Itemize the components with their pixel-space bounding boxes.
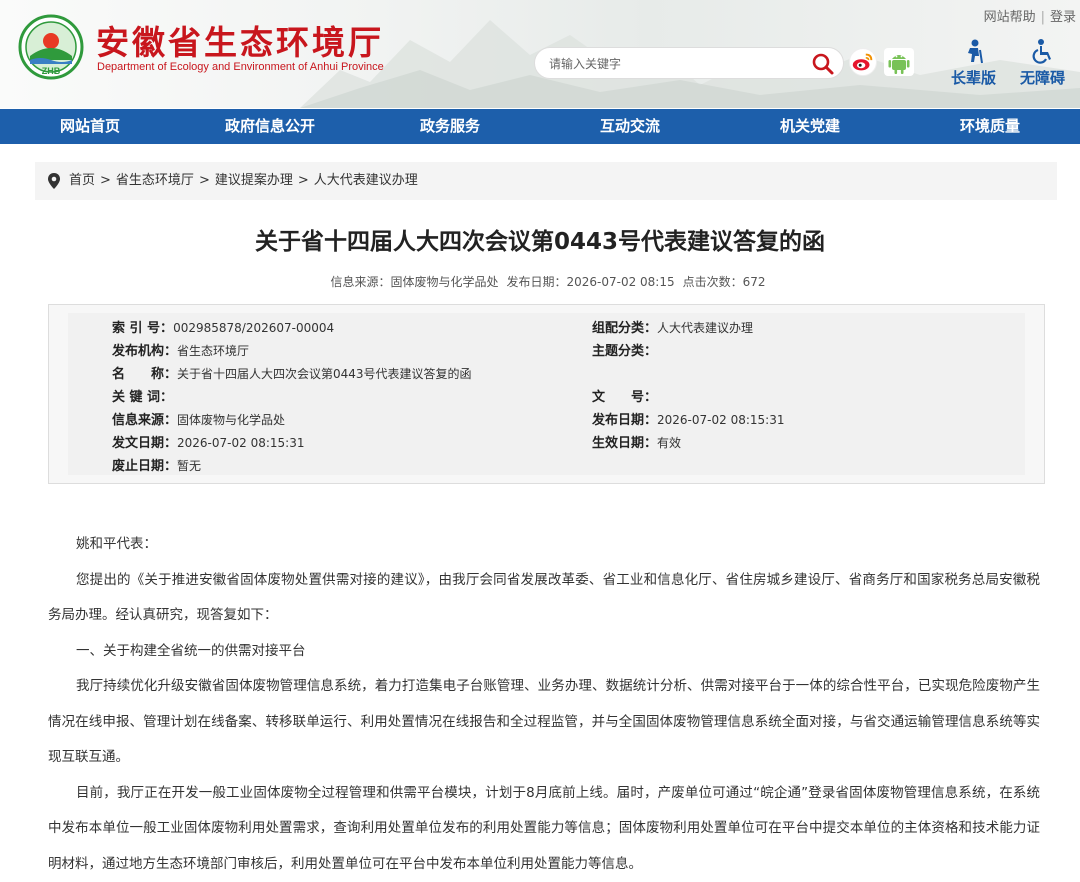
zhb-logo: ZHB (18, 14, 84, 80)
main-nav: 网站首页 政府信息公开 政务服务 互动交流 机关党建 环境质量 (0, 109, 1080, 144)
meta-source: 信息来源：固体废物与化学品处 (330, 275, 498, 289)
meta-date: 发布日期：2026-07-02 08:15 (506, 275, 674, 289)
info-effective: 生效日期：有效 (592, 432, 681, 451)
separator: | (1041, 10, 1045, 25)
accessibility-label: 无障碍 (1020, 67, 1065, 88)
info-publish-date: 发布日期：2026-07-02 08:15:31 (592, 409, 784, 428)
article-body: 姚和平代表： 您提出的《关于推进安徽省固体废物处置供需对接的建议》，由我厅会同省… (48, 527, 1040, 882)
breadcrumb-separator: > (298, 173, 309, 188)
info-topic: 主题分类： (592, 340, 657, 359)
search-box (534, 47, 844, 79)
nav-item-home[interactable]: 网站首页 (0, 109, 180, 144)
info-source: 信息来源：固体废物与化学品处 (112, 409, 285, 428)
elder-mode-label: 长辈版 (951, 67, 996, 88)
nav-item-interaction[interactable]: 互动交流 (540, 109, 720, 144)
site-header: ZHB 安徽省生态环境厅 Department of Ecology and E… (0, 0, 1080, 108)
nav-item-gov-info[interactable]: 政府信息公开 (180, 109, 360, 144)
paragraph: 我厅持续优化升级安徽省固体废物管理信息系统，着力打造集电子台账管理、业务办理、数… (48, 669, 1040, 776)
paragraph: 目前，我厅正在开发一般工业固体废物全过程管理和供需平台模块，计划于8月底前上线。… (48, 776, 1040, 882)
info-index-number: 索 引 号：002985878/202607-00004 (112, 317, 334, 336)
breadcrumb-separator: > (100, 173, 111, 188)
elder-mode-button[interactable]: 长辈版 (951, 38, 996, 88)
meta-clicks: 点击次数：672 (683, 275, 766, 289)
accessibility-button[interactable]: 无障碍 (1020, 38, 1065, 88)
salutation: 姚和平代表： (48, 527, 1040, 563)
breadcrumb: 首页 > 省生态环境厅 > 建议提案办理 > 人大代表建议办理 (35, 162, 1057, 200)
location-pin-icon (47, 173, 61, 189)
info-name: 名 称：关于省十四届人大四次会议第0443号代表建议答复的函 (112, 363, 472, 382)
site-subtitle: Department of Ecology and Environment of… (97, 61, 384, 73)
breadcrumb-home[interactable]: 首页 (69, 173, 95, 188)
elder-mode-icon (961, 38, 987, 64)
article-meta: 信息来源：固体废物与化学品处发布日期：2026-07-02 08:15 点击次数：… (0, 273, 1080, 290)
breadcrumb-npc-proposals[interactable]: 人大代表建议办理 (314, 173, 418, 188)
help-link[interactable]: 网站帮助 (984, 10, 1036, 25)
breadcrumb-proposals[interactable]: 建议提案办理 (215, 173, 293, 188)
info-category: 组配分类：人大代表建议办理 (592, 317, 753, 336)
site-title[interactable]: 安徽省生态环境厅 (96, 16, 384, 64)
info-doc-number: 文 号： (592, 386, 657, 405)
nav-item-party[interactable]: 机关党建 (720, 109, 900, 144)
search-input[interactable] (547, 54, 801, 74)
page-title: 关于省十四届人大四次会议第0443号代表建议答复的函 (0, 222, 1080, 256)
top-links: 网站帮助 | 登录 (984, 6, 1076, 25)
info-issue-date: 发文日期：2026-07-02 08:15:31 (112, 432, 304, 451)
logo-text: ZHB (42, 66, 61, 76)
search-icon[interactable] (811, 52, 835, 76)
section-heading: 一、关于构建全省统一的供需对接平台 (48, 634, 1040, 670)
login-link[interactable]: 登录 (1050, 10, 1076, 25)
document-info-table: 索 引 号：002985878/202607-00004 发布机构：省生态环境厅… (48, 304, 1045, 484)
info-expiry-date: 废止日期：暂无 (112, 455, 201, 474)
breadcrumb-department[interactable]: 省生态环境厅 (116, 173, 194, 188)
info-publisher: 发布机构：省生态环境厅 (112, 340, 249, 359)
accessibility-icon (1030, 38, 1056, 64)
breadcrumb-separator: > (199, 173, 210, 188)
nav-item-services[interactable]: 政务服务 (360, 109, 540, 144)
nav-item-env-quality[interactable]: 环境质量 (900, 109, 1080, 144)
android-icon[interactable] (884, 48, 914, 76)
weibo-icon[interactable] (849, 48, 877, 76)
info-keywords: 关 键 词： (112, 386, 173, 405)
paragraph: 您提出的《关于推进安徽省固体废物处置供需对接的建议》，由我厅会同省发展改革委、省… (48, 563, 1040, 634)
